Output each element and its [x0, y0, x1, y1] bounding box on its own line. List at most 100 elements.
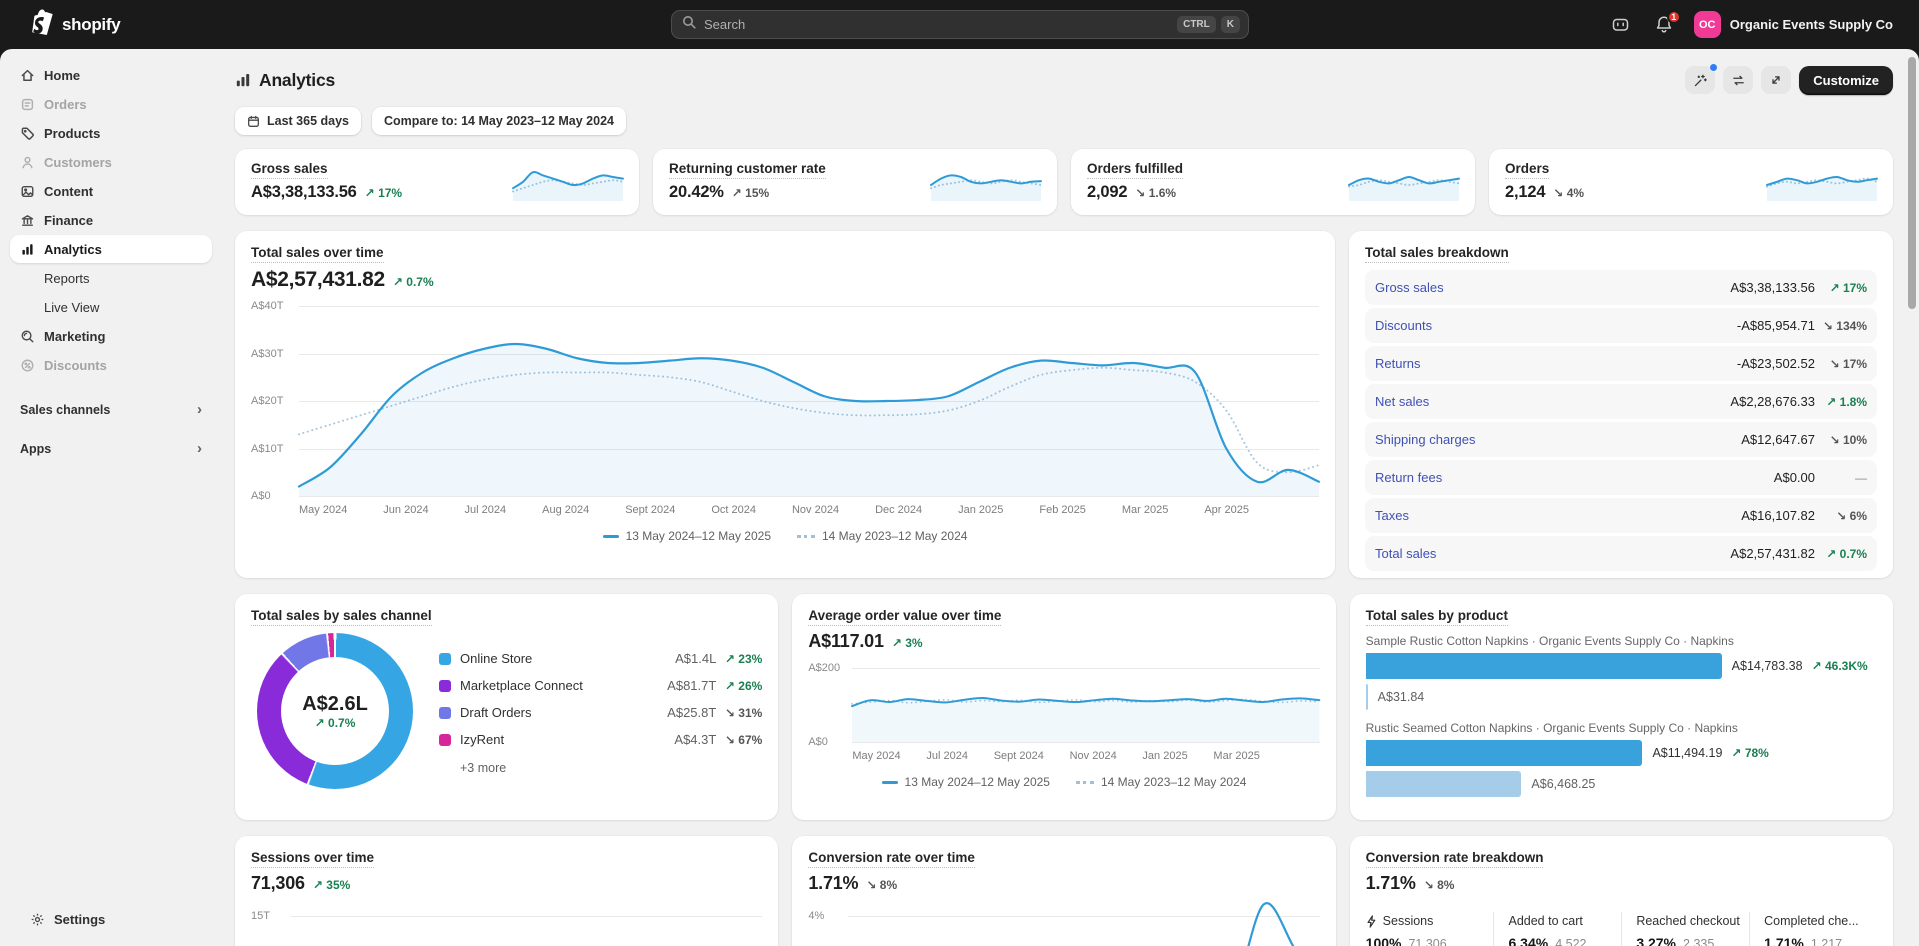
- donut-center-value: A$2.6L: [302, 693, 368, 716]
- sales-by-channel-card: Total sales by sales channel A$2.6L ↗ 0.…: [235, 594, 778, 820]
- breakdown-link[interactable]: Gross sales: [1375, 280, 1444, 295]
- sidebar-item-discounts[interactable]: Discounts: [10, 351, 212, 379]
- sidebar-item-live-view[interactable]: Live View: [10, 293, 212, 321]
- breakdown-row: Returns-A$23,502.52↘ 17%: [1365, 346, 1877, 381]
- sidebar-item-content[interactable]: Content: [10, 177, 212, 205]
- breakdown-link[interactable]: Shipping charges: [1375, 432, 1475, 447]
- y-axis-labels: A$200 A$0: [808, 668, 852, 742]
- channel-legend: Online StoreA$1.4L↗ 23% Marketplace Conn…: [439, 645, 762, 789]
- shopify-wordmark: shopify: [62, 15, 120, 35]
- analytics-title-icon: [235, 72, 251, 88]
- product-group: Sample Rustic Cotton Napkins · Organic E…: [1366, 634, 1877, 710]
- kbd-ctrl: CTRL: [1177, 16, 1216, 33]
- x-axis-labels: May 2024Jun 2024 Jul 2024Aug 2024 Sept 2…: [299, 504, 1319, 516]
- aov-plot: [852, 668, 1319, 742]
- channel-legend-row: Marketplace ConnectA$81.7T↗ 26%: [439, 672, 762, 699]
- store-name: Organic Events Supply Co: [1730, 17, 1893, 32]
- kpi-returning-customer-rate[interactable]: Returning customer rate 20.42% ↗ 15%: [653, 149, 1057, 215]
- sparkline-chart: [931, 169, 1041, 201]
- compare-button[interactable]: Compare to: 14 May 2023–12 May 2024: [372, 107, 626, 135]
- sidekick-button[interactable]: [1608, 12, 1634, 38]
- funnel-value: 1.71%: [1366, 873, 1416, 894]
- breakdown-link[interactable]: Discounts: [1375, 318, 1432, 333]
- marketing-icon: [20, 329, 35, 344]
- home-icon: [20, 68, 35, 83]
- sidebar-item-marketing[interactable]: Marketing: [10, 322, 212, 350]
- sidebar-item-settings[interactable]: Settings: [20, 905, 202, 933]
- vertical-scrollbar[interactable]: [1908, 57, 1916, 309]
- content-icon: [20, 184, 35, 199]
- sidebar-item-analytics[interactable]: Analytics: [10, 235, 212, 263]
- expand-button[interactable]: [1761, 66, 1791, 94]
- sidebar-item-customers[interactable]: Customers: [10, 148, 212, 176]
- current-period-bar: [1366, 740, 1643, 766]
- breakdown-row: TaxesA$16,107.82↘ 6%: [1365, 498, 1877, 533]
- show-more-link[interactable]: +3 more: [460, 761, 762, 775]
- kpi-orders-fulfilled[interactable]: Orders fulfilled 2,092 ↘ 1.6%: [1071, 149, 1475, 215]
- y-axis-labels: A$40T A$30T A$20T A$10T A$0: [251, 306, 299, 496]
- chevron-right-icon: ›: [197, 401, 202, 418]
- date-range-button[interactable]: Last 365 days: [235, 107, 361, 135]
- main-content: Analytics Customize Last 365 days: [222, 49, 1919, 946]
- previous-period-bar: [1366, 684, 1368, 710]
- breakdown-link[interactable]: Net sales: [1375, 394, 1429, 409]
- legend-solid-swatch: [603, 535, 619, 538]
- notifications-button[interactable]: 1: [1651, 12, 1677, 38]
- current-period-bar: [1366, 653, 1722, 679]
- assistant-button[interactable]: [1685, 66, 1715, 94]
- lightning-icon: [1366, 915, 1377, 928]
- conversion-line-chart: [848, 914, 1319, 946]
- total-sales-value: A$2,57,431.82: [251, 268, 385, 292]
- orders-icon: [20, 97, 35, 112]
- kpi-gross-sales[interactable]: Gross sales A$3,38,133.56 ↗ 17%: [235, 149, 639, 215]
- customize-button[interactable]: Customize: [1799, 66, 1893, 95]
- x-axis-labels: May 2024Jul 2024 Sept 2024Nov 2024 Jan 2…: [852, 750, 1319, 762]
- sidebar-item-products[interactable]: Products: [10, 119, 212, 147]
- breakdown-link[interactable]: Total sales: [1375, 546, 1436, 561]
- total-sales-breakdown-card: Total sales breakdown Gross salesA$3,38,…: [1349, 231, 1893, 578]
- sidebar-item-home[interactable]: Home: [10, 61, 212, 89]
- page-title: Analytics: [235, 70, 335, 91]
- sparkline-chart: [1349, 169, 1459, 201]
- chart-legend: 13 May 2024–12 May 2025 14 May 2023–12 M…: [251, 529, 1319, 543]
- shopify-logo[interactable]: shopify: [30, 9, 120, 41]
- breakdown-row: Discounts-A$85,954.71↘ 134%: [1365, 308, 1877, 343]
- search-input[interactable]: [704, 17, 1172, 32]
- aov-line-chart: [852, 668, 1319, 742]
- funnel-step-completed-checkout: Completed che... 1.71%1,217: [1749, 912, 1877, 946]
- total-sales-line-chart: [299, 306, 1319, 496]
- refresh-icon: [1731, 73, 1746, 88]
- shopify-bag-icon: [30, 9, 55, 41]
- sidebar-item-reports[interactable]: Reports: [10, 264, 212, 292]
- gear-icon: [30, 912, 45, 927]
- channel-legend-row: Online StoreA$1.4L↗ 23%: [439, 645, 762, 672]
- conversion-plot: [848, 922, 1319, 946]
- sidebar-item-orders[interactable]: Orders: [10, 90, 212, 118]
- conversion-rate-breakdown-card: Conversion rate breakdown 1.71% ↘ 8% Ses…: [1350, 836, 1893, 946]
- finance-icon: [20, 213, 35, 228]
- chevron-right-icon: ›: [197, 440, 202, 457]
- sidebar-section-apps[interactable]: Apps ›: [20, 440, 202, 457]
- expand-icon: [1769, 73, 1783, 87]
- breakdown-link[interactable]: Taxes: [1375, 508, 1409, 523]
- notification-dot: [1709, 63, 1718, 72]
- sales-by-product-card: Total sales by product Sample Rustic Cot…: [1350, 594, 1893, 820]
- account-menu[interactable]: OC Organic Events Supply Co: [1694, 11, 1893, 38]
- kpi-delta: ↗ 15%: [732, 186, 769, 200]
- aov-value: A$117.01: [808, 631, 883, 652]
- average-order-value-card: Average order value over time A$117.01 ↗…: [792, 594, 1335, 820]
- search-bar[interactable]: CTRL K: [671, 10, 1249, 39]
- sidebar-item-finance[interactable]: Finance: [10, 206, 212, 234]
- y-axis-gridline: 15T: [251, 910, 762, 922]
- refresh-button[interactable]: [1723, 66, 1753, 94]
- legend-dotted-swatch: [1076, 781, 1094, 784]
- notification-badge: 1: [1667, 10, 1681, 24]
- search-icon: [682, 15, 696, 34]
- breakdown-link[interactable]: Returns: [1375, 356, 1421, 371]
- kpi-orders[interactable]: Orders 2,124 ↘ 4%: [1489, 149, 1893, 215]
- breakdown-link[interactable]: Return fees: [1375, 470, 1442, 485]
- breakdown-row: Gross salesA$3,38,133.56↗ 17%: [1365, 270, 1877, 305]
- sidebar-section-sales-channels[interactable]: Sales channels ›: [20, 401, 202, 418]
- sparkline-chart: [1767, 169, 1877, 201]
- total-sales-plot: [299, 306, 1319, 496]
